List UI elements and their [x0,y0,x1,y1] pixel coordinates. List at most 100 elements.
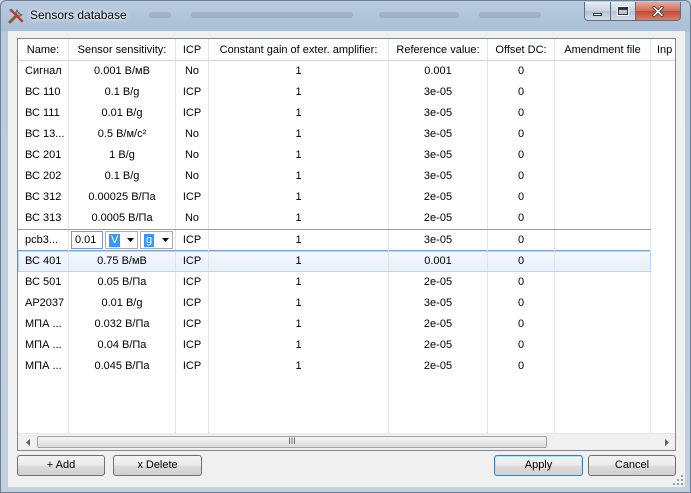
title-bar[interactable]: Sensors database [1,1,690,31]
cell-offset[interactable]: 0 [488,145,555,166]
cell-amendment[interactable] [555,124,651,145]
cell-reference[interactable]: 3e-05 [389,103,488,124]
cell-reference[interactable]: 3e-05 [389,145,488,166]
table-row[interactable]: ВС 313 0.0005 В/Па No 1 2e-05 0 [18,208,651,229]
cell-reference[interactable]: 3e-05 [389,166,488,187]
cell-offset[interactable]: 0 [488,314,555,335]
table-row-editing[interactable]: pcb3... 0.01 V g ICP 1 3e-05 0 [18,229,651,251]
cell-name[interactable]: Сигнал [18,61,69,82]
cell-gain[interactable]: 1 [209,356,389,377]
resize-grip-icon[interactable] [673,475,683,485]
cell-offset[interactable]: 0 [488,208,555,229]
cell-sensitivity[interactable]: 0.0005 В/Па [69,208,176,229]
cell-gain[interactable]: 1 [209,208,389,229]
cell-gain[interactable]: 1 [209,293,389,314]
cell-name[interactable]: ВС 201 [18,145,69,166]
cell-name[interactable]: ВС 110 [18,82,69,103]
cell-offset[interactable]: 0 [488,82,555,103]
table-row[interactable]: ВС 111 0.01 В/g ICP 1 3e-05 0 [18,103,651,124]
cell-gain[interactable]: 1 [209,314,389,335]
cell-sensitivity[interactable]: 0.00025 В/Па [69,187,176,208]
cell-amendment[interactable] [555,272,651,293]
cell-name[interactable]: ВС 313 [18,208,69,229]
cell-gain[interactable]: 1 [209,187,389,208]
column-header-offset[interactable]: Offset DC: [488,39,555,61]
cell-icp[interactable]: ICP [176,293,209,314]
scrollbar-thumb[interactable]: III [37,436,547,448]
table-row[interactable]: МПА ... 0.032 В/Па ICP 1 2e-05 0 [18,314,651,335]
cell-icp[interactable]: ICP [176,314,209,335]
column-header-icp[interactable]: ICP [176,39,209,61]
cell-sensitivity[interactable]: 0.75 В/мВ [69,251,176,272]
cell-icp[interactable]: ICP [176,103,209,124]
cell-offset[interactable]: 0 [488,251,555,272]
cell-gain[interactable]: 1 [209,61,389,82]
cell-amendment[interactable] [555,314,651,335]
cell-icp[interactable]: No [176,61,209,82]
column-header-name[interactable]: Name: [18,39,69,61]
cell-icp[interactable]: No [176,208,209,229]
cell-offset[interactable]: 0 [488,61,555,82]
cell-name[interactable]: ВС 111 [18,103,69,124]
cell-reference[interactable]: 3e-05 [389,293,488,314]
cell-reference[interactable]: 2e-05 [389,187,488,208]
cell-name[interactable]: ВС 202 [18,166,69,187]
cell-amendment[interactable] [555,166,651,187]
cell-offset[interactable]: 0 [488,103,555,124]
cell-name[interactable]: ВС 501 [18,272,69,293]
cell-name[interactable]: МПА ... [18,314,69,335]
cell-icp[interactable]: No [176,166,209,187]
table-row[interactable]: МПА ... 0.045 В/Па ICP 1 2e-05 0 [18,356,651,377]
sensitivity-value-input[interactable]: 0.01 [71,231,103,249]
cell-reference[interactable]: 3e-05 [389,124,488,145]
cell-reference[interactable]: 2e-05 [389,335,488,356]
cell-name[interactable]: ВС 13... [18,124,69,145]
cell-sensitivity[interactable]: 0.5 В/м/с² [69,124,176,145]
delete-button[interactable]: x Delete [113,455,202,476]
cell-sensitivity[interactable]: 0.05 В/Па [69,272,176,293]
cell-amendment[interactable] [555,103,651,124]
cell-name[interactable]: AP2037 [18,293,69,314]
table-row[interactable]: ВС 13... 0.5 В/м/с² No 1 3e-05 0 [18,124,651,145]
cell-sensitivity[interactable]: 0.01 В/g [69,293,176,314]
cell-amendment[interactable] [555,61,651,82]
table-row[interactable]: ВС 501 0.05 В/Па ICP 1 2e-05 0 [18,272,651,293]
cell-amendment[interactable] [555,251,651,272]
cell-amendment[interactable] [555,208,651,229]
cell-sensitivity[interactable]: 0.1 В/g [69,166,176,187]
cell-icp[interactable]: ICP [176,335,209,356]
sensors-table[interactable]: Name: Sensor sensitivity: ICP Constant g… [17,38,676,451]
cell-reference[interactable]: 3e-05 [389,82,488,103]
cell-sensitivity[interactable]: 0.01 В/g [69,103,176,124]
minimize-button[interactable] [584,2,611,21]
cell-sensitivity[interactable]: 0.001 В/мВ [69,61,176,82]
cell-gain[interactable]: 1 [209,230,389,251]
cell-icp[interactable]: ICP [176,272,209,293]
table-row[interactable]: ВС 110 0.1 В/g ICP 1 3e-05 0 [18,82,651,103]
cell-offset[interactable]: 0 [488,166,555,187]
cell-gain[interactable]: 1 [209,251,389,272]
scroll-left-button[interactable] [19,435,36,450]
cell-icp[interactable]: No [176,145,209,166]
cell-gain[interactable]: 1 [209,82,389,103]
horizontal-scrollbar[interactable]: III [18,433,675,450]
cell-reference[interactable]: 2e-05 [389,314,488,335]
cell-amendment[interactable] [555,230,651,251]
cell-amendment[interactable] [555,356,651,377]
cell-amendment[interactable] [555,187,651,208]
chevron-down-icon[interactable] [123,232,137,248]
cell-amendment[interactable] [555,82,651,103]
cell-icp[interactable]: ICP [176,251,209,272]
cell-offset[interactable]: 0 [488,272,555,293]
add-button[interactable]: + Add [17,455,105,476]
table-row[interactable]: Сигнал 0.001 В/мВ No 1 0.001 0 [18,61,651,82]
cancel-button[interactable]: Cancel [588,455,676,476]
cell-name[interactable]: ВС 312 [18,187,69,208]
cell-reference[interactable]: 3e-05 [389,230,488,251]
apply-button[interactable]: Apply [494,455,583,476]
cell-gain[interactable]: 1 [209,272,389,293]
cell-offset[interactable]: 0 [488,230,555,251]
cell-icp[interactable]: No [176,124,209,145]
cell-icp[interactable]: ICP [176,82,209,103]
cell-reference[interactable]: 0.001 [389,61,488,82]
